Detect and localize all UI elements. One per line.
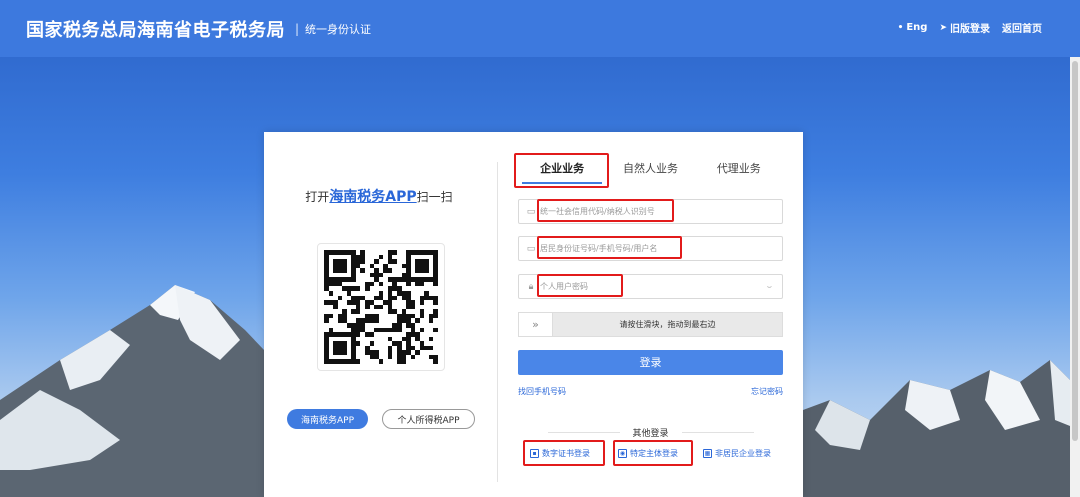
title-separator: |: [295, 21, 300, 36]
find-phone-link[interactable]: 找回手机号码: [518, 386, 566, 397]
slider-instruction: 请按住滑块，拖动到最右边: [619, 320, 716, 329]
certificate-icon: ▪: [530, 449, 539, 458]
header-links: • Eng ➤ 旧版登录 返回首页: [898, 20, 1042, 35]
scan-app-name[interactable]: 海南税务APP: [329, 189, 416, 205]
forgot-password-link[interactable]: 忘记密码: [751, 386, 783, 397]
qr-code-box: [317, 243, 445, 371]
personal-income-tax-app-button[interactable]: 个人所得税APP: [382, 409, 475, 429]
globe-icon: •: [897, 22, 904, 33]
non-resident-login-link[interactable]: ▦ 非居民企业登录: [703, 448, 771, 459]
username-field[interactable]: ▭: [518, 236, 783, 261]
login-button[interactable]: 登录: [518, 350, 783, 375]
site-subtitle: 统一身份认证: [305, 22, 372, 36]
tab-enterprise[interactable]: 企业业务: [518, 156, 606, 186]
credit-code-field[interactable]: ▭: [518, 199, 783, 224]
back-home-label: 返回首页: [1002, 24, 1042, 35]
form-links: 找回手机号码 忘记密码: [518, 386, 783, 397]
lock-icon: 🔒︎: [528, 281, 534, 292]
slide-verify: » 请按住滑块，拖动到最右边: [518, 312, 783, 337]
credit-code-input[interactable]: [540, 207, 740, 216]
cert-login-label: 数字证书登录: [542, 449, 590, 458]
tab-agent[interactable]: 代理业务: [695, 156, 783, 186]
page-scrollbar[interactable]: [1070, 57, 1080, 497]
login-tabs: 企业业务 自然人业务 代理业务: [518, 156, 783, 186]
scan-prefix: 打开: [305, 190, 330, 204]
hainan-tax-app-button[interactable]: 海南税务APP: [287, 409, 368, 429]
scan-suffix: 扫一扫: [416, 190, 453, 204]
scan-instruction: 打开海南税务APP扫一扫: [304, 186, 454, 206]
english-link-label: Eng: [906, 22, 928, 33]
tab-individual[interactable]: 自然人业务: [606, 156, 694, 186]
username-input[interactable]: [540, 244, 740, 253]
user-card-icon: ▭: [526, 243, 536, 254]
cert-login-link[interactable]: ▪ 数字证书登录: [530, 448, 590, 459]
specific-subject-login-label: 特定主体登录: [630, 449, 678, 458]
id-card-icon: ▭: [526, 206, 536, 217]
other-login-line-right: [682, 432, 754, 433]
top-header: 国家税务总局海南省电子税务局 | 统一身份认证 • Eng ➤ 旧版登录 返回首…: [0, 0, 1080, 57]
double-chevron-right-icon: »: [532, 318, 539, 331]
panel-divider: [497, 162, 498, 482]
password-input[interactable]: [540, 282, 740, 291]
site-title: 国家税务总局海南省电子税务局: [26, 19, 285, 41]
send-icon: ➤: [939, 22, 947, 33]
password-field[interactable]: 🔒︎ ⌣: [518, 274, 783, 299]
old-version-login-link[interactable]: ➤ 旧版登录: [939, 20, 990, 36]
specific-subject-login-link[interactable]: ◉ 特定主体登录: [618, 448, 678, 459]
eye-hidden-icon[interactable]: ⌣: [767, 282, 772, 292]
back-home-link[interactable]: 返回首页: [1002, 20, 1042, 35]
login-card: 打开海南税务APP扫一扫 海南税务APP 个人所得税APP 企业业务 自然人业务…: [264, 132, 803, 497]
english-link[interactable]: • Eng: [898, 22, 928, 33]
slider-handle[interactable]: »: [519, 313, 553, 336]
qr-code: [324, 250, 438, 364]
enterprise-icon: ▦: [703, 449, 712, 458]
camera-icon: ◉: [618, 449, 627, 458]
non-resident-login-label: 非居民企业登录: [715, 449, 771, 458]
scrollbar-thumb[interactable]: [1072, 61, 1078, 441]
old-version-login-label: 旧版登录: [950, 24, 990, 35]
